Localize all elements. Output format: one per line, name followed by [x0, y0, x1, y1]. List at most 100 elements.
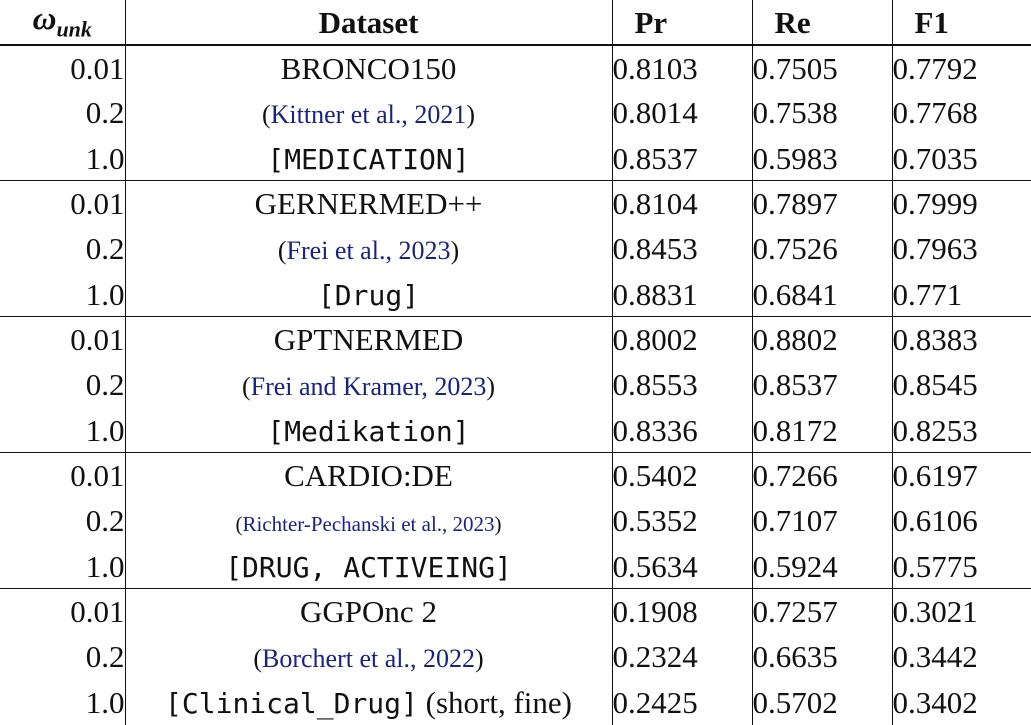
recall-cell: 0.5702	[752, 679, 893, 725]
precision-cell: 0.5352	[612, 498, 753, 544]
table-row: 0.2 (Borchert et al., 2022) 0.2324 0.6635 0.…	[0, 634, 1031, 680]
dataset-label-cell: [Clinical_Drug] (short, fine)	[125, 679, 613, 725]
recall-cell: 0.8802	[752, 316, 893, 363]
f1-cell: 0.7963	[892, 231, 978, 267]
precision-cell: 0.8453	[612, 226, 753, 272]
table-body: 0.01 BRONCO150 0.8103 0.7505 0.7792 0.2 (Kittn…	[0, 45, 1031, 725]
omega-value-cell: 1.0	[0, 407, 126, 453]
entity-label: [Medikation]	[267, 414, 470, 448]
table-row: 0.2 (Frei et al., 2023) 0.8453 0.7526 0.7963	[0, 226, 1031, 272]
dataset-name-cell: GPTNERMED	[125, 316, 613, 363]
table-row: 0.01 GERNERMED++ 0.8104 0.7897 0.7999	[0, 180, 1031, 227]
table-row: 0.01 CARDIO:DE 0.5402 0.7266 0.6197	[0, 452, 1031, 499]
citation-link[interactable]: (Frei and Kramer, 2023)	[242, 372, 495, 401]
table-row: 1.0 [Medikation] 0.8336 0.8172 0.8253	[0, 407, 1031, 453]
f1-cell: 0.6106	[892, 503, 978, 539]
omega-value-cell: 0.2	[0, 362, 126, 408]
table-row: 0.01 GPTNERMED 0.8002 0.8802 0.8383	[0, 316, 1031, 363]
dataset-citation-cell: (Richter-Pechanski et al., 2023)	[125, 498, 613, 544]
citation-link[interactable]: (Frei et al., 2023)	[278, 236, 459, 265]
dataset-label-cell: [Medikation]	[125, 407, 613, 453]
omega-value-cell: 0.01	[0, 45, 126, 91]
dataset-label-cell: [MEDICATION]	[125, 135, 613, 181]
citation-text: Kittner et al., 2021	[270, 100, 467, 130]
f1-cell: 0.771	[892, 276, 963, 312]
recall-cell: 0.8537	[752, 362, 893, 408]
dataset-name-cell: BRONCO150	[125, 45, 613, 91]
precision-cell: 0.8104	[612, 180, 753, 227]
table-row: 1.0 [Clinical_Drug] (short, fine) 0.2425 0.…	[0, 679, 1031, 725]
dataset-label-cell: [DRUG, ACTIVEING]	[125, 543, 613, 589]
table-row: 1.0 [Drug] 0.8831 0.6841 0.771	[0, 271, 1031, 317]
omega-value-cell: 0.01	[0, 180, 126, 227]
header-precision: Pr	[612, 0, 753, 46]
recall-cell: 0.5983	[752, 135, 893, 181]
f1-cell: 0.8253	[892, 412, 978, 448]
f1-cell: 0.8383	[892, 316, 1031, 363]
f1-cell: 0.7792	[892, 50, 978, 86]
citation-link[interactable]: (Richter-Pechanski et al., 2023)	[235, 512, 501, 536]
table-row: 0.01 GGPOnc 2 0.1908 0.7257 0.3021	[0, 588, 1031, 635]
recall-cell: 0.6635	[752, 634, 893, 680]
header-recall: Re	[752, 0, 893, 46]
precision-cell: 0.8537	[612, 135, 753, 181]
omega-symbol: ω	[32, 1, 57, 38]
dataset-name-cell: CARDIO:DE	[125, 452, 613, 499]
precision-cell: 0.8103	[612, 45, 753, 91]
precision-cell: 0.1908	[612, 588, 753, 635]
f1-cell: 0.3021	[892, 588, 1031, 635]
table-row: 0.01 BRONCO150 0.8103 0.7505 0.7792	[0, 45, 1031, 91]
f1-cell: 0.7035	[892, 140, 978, 176]
omega-value-cell: 0.01	[0, 452, 126, 499]
omega-value-cell: 1.0	[0, 271, 126, 317]
precision-cell: 0.8831	[612, 271, 753, 317]
omega-subscript: unk	[56, 16, 92, 42]
header-row: ωunk Dataset Pr Re F1	[0, 0, 1031, 46]
dataset-citation-cell: (Frei et al., 2023)	[125, 226, 613, 272]
recall-cell: 0.5924	[752, 543, 893, 589]
recall-cell: 0.7505	[752, 45, 893, 91]
omega-value-cell: 0.01	[0, 316, 126, 363]
header-f1: F1	[892, 0, 1031, 46]
dataset-citation-cell: (Frei and Kramer, 2023)	[125, 362, 613, 408]
entity-label: [Clinical_Drug]	[165, 686, 418, 720]
citation-text: Richter-Pechanski et al., 2023	[242, 512, 495, 537]
dataset-name-cell: GGPOnc 2	[125, 588, 613, 635]
recall-cell: 0.8172	[752, 407, 893, 453]
f1-cell: 0.3442	[892, 639, 978, 675]
citation-text: Frei and Kramer, 2023	[250, 372, 487, 402]
table-row: 0.2 (Kittner et al., 2021) 0.8014 0.7538 0.7…	[0, 90, 1031, 136]
citation-link[interactable]: (Borchert et al., 2022)	[253, 644, 483, 673]
omega-value-cell: 0.2	[0, 634, 126, 680]
entity-label-suffix: (short, fine)	[417, 684, 572, 720]
recall-cell: 0.7538	[752, 90, 893, 136]
f1-cell: 0.8545	[892, 367, 978, 403]
omega-value-cell: 1.0	[0, 135, 126, 181]
results-table: ωunk Dataset Pr Re F1 0.01 BRONCO150 0.810…	[0, 0, 1031, 725]
precision-cell: 0.8553	[612, 362, 753, 408]
table-row: 0.2 (Richter-Pechanski et al., 2023) 0.535…	[0, 498, 1031, 544]
recall-cell: 0.7897	[752, 180, 893, 227]
precision-cell: 0.5402	[612, 452, 753, 499]
entity-label: [DRUG, ACTIVEING]	[225, 550, 512, 584]
f1-cell: 0.6197	[892, 452, 1031, 499]
header-dataset: Dataset	[125, 0, 613, 46]
omega-value-cell: 0.01	[0, 588, 126, 635]
table-row: 0.2 (Frei and Kramer, 2023) 0.8553 0.8537 0.…	[0, 362, 1031, 408]
recall-cell: 0.7257	[752, 588, 893, 635]
precision-cell: 0.5634	[612, 543, 753, 589]
omega-value-cell: 1.0	[0, 543, 126, 589]
table-row: 1.0 [MEDICATION] 0.8537 0.5983 0.7035	[0, 135, 1031, 181]
citation-text: Borchert et al., 2022	[262, 644, 475, 674]
recall-cell: 0.7266	[752, 452, 893, 499]
dataset-citation-cell: (Kittner et al., 2021)	[125, 90, 613, 136]
table-row: 1.0 [DRUG, ACTIVEING] 0.5634 0.5924 0.5775	[0, 543, 1031, 589]
omega-value-cell: 0.2	[0, 226, 126, 272]
f1-cell: 0.7999	[892, 180, 1031, 227]
entity-label: [Drug]	[317, 278, 420, 312]
f1-cell: 0.7768	[892, 95, 978, 131]
f1-cell: 0.3402	[892, 684, 978, 720]
citation-link[interactable]: (Kittner et al., 2021)	[262, 100, 475, 129]
dataset-label-cell: [Drug]	[125, 271, 613, 317]
dataset-citation-cell: (Borchert et al., 2022)	[125, 634, 613, 680]
